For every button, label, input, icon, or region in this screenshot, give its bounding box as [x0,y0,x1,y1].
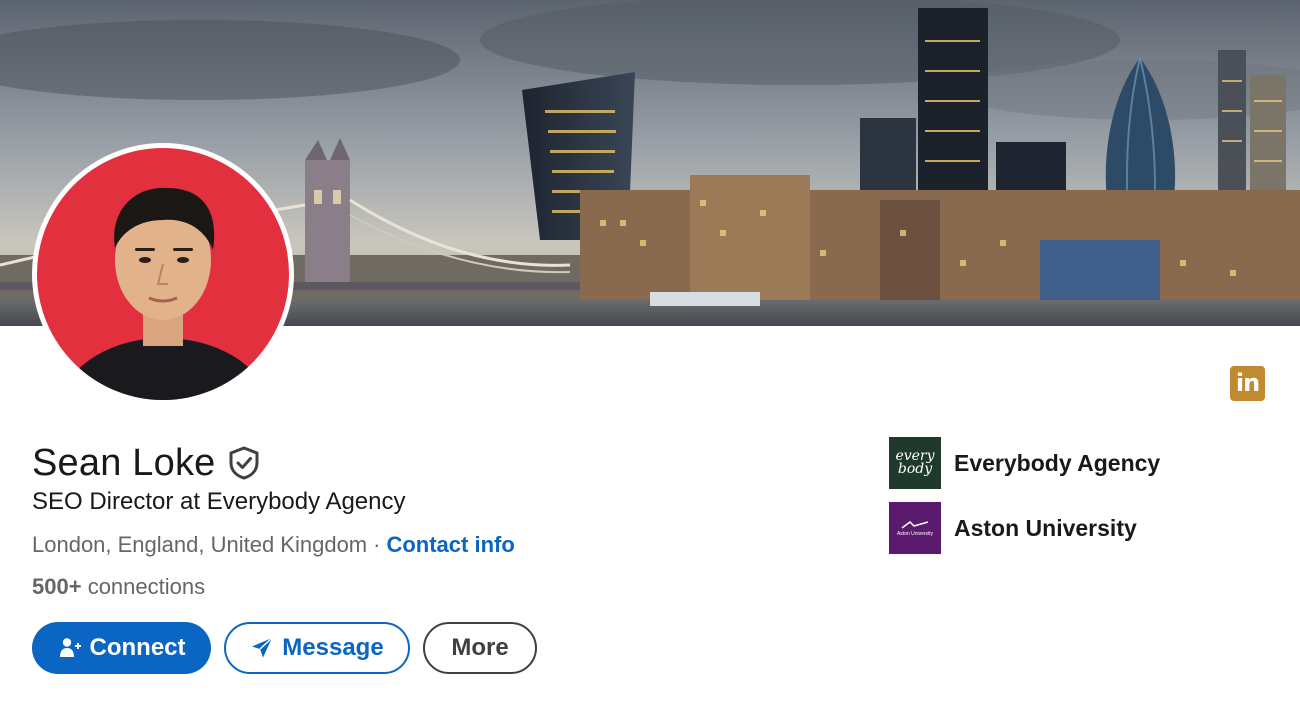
profile-card: in Sean Loke SEO Director at Everybody A… [0,0,1300,707]
aston-logo-text: Aston University [896,530,934,537]
more-button-label: More [451,634,509,661]
connect-button[interactable]: Connect [32,622,211,674]
org-aston-university[interactable]: Aston University Aston University [889,502,1137,554]
avatar [37,148,289,400]
more-button[interactable]: More [423,622,537,674]
profile-photo[interactable] [32,143,294,405]
profile-headline: SEO Director at Everybody Agency [32,488,406,515]
add-person-icon [58,636,82,660]
message-button[interactable]: Message [224,622,410,674]
shield-check-icon[interactable] [228,446,260,480]
connections-count: 500+ [32,574,82,599]
location-row: London, England, United Kingdom · Contact … [32,532,515,558]
connections-label: connections [87,574,206,599]
logo-text-line-2: body [897,461,933,477]
profile-name: Sean Loke [32,441,216,484]
linkedin-icon[interactable]: in [1230,366,1265,401]
profile-actions: Connect Message More [32,622,537,674]
paper-plane-icon [250,636,274,660]
contact-info-link[interactable]: Contact info [386,532,514,557]
org-name: Aston University [954,514,1137,541]
profile-location: London, England, United Kingdom [32,532,368,557]
aston-mark-icon [901,520,929,529]
everybody-agency-logo: every body [889,437,941,489]
org-name: Everybody Agency [954,449,1161,476]
name-row: Sean Loke [32,438,260,488]
connect-button-label: Connect [89,634,186,661]
separator: · [373,532,381,557]
message-button-label: Message [282,634,384,661]
connections-summary[interactable]: 500+ connections [32,574,205,600]
aston-university-logo: Aston University [889,502,941,554]
org-everybody-agency[interactable]: every body Everybody Agency [889,437,1160,489]
